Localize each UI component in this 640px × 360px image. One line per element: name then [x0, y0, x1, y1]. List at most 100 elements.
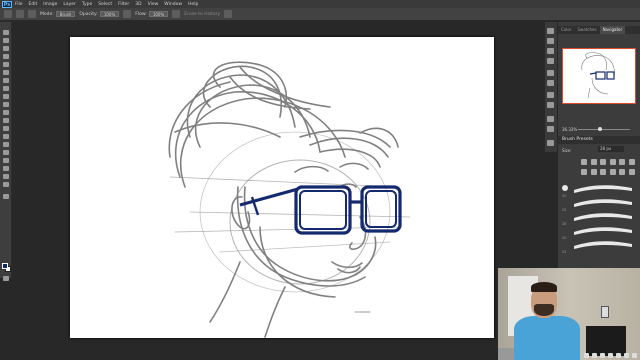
drawing-canvas[interactable] [70, 37, 494, 338]
menu-3d[interactable]: 3D [135, 2, 141, 7]
navigator-zoom-slider[interactable] [578, 129, 630, 130]
pen-tool-icon[interactable] [3, 142, 9, 147]
hand-tool-icon[interactable] [3, 174, 9, 179]
flow-input[interactable]: 100% [148, 11, 169, 17]
navigator-zoom-knob[interactable] [598, 127, 602, 131]
history-brush-tool-icon[interactable] [3, 102, 9, 107]
brush-preset-thumb[interactable] [619, 169, 626, 175]
mode-label: Mode: [40, 11, 54, 17]
brush-preset-list: 30 25 28 20 25 [562, 182, 638, 262]
shape-tool-icon[interactable] [3, 166, 9, 171]
character-icon[interactable] [547, 80, 554, 86]
navigator-zoom-value[interactable]: 36.33% [562, 127, 577, 132]
mode-control: Mode: Brush [40, 11, 76, 17]
brush-preset-thumb[interactable] [628, 159, 635, 165]
brush-preset-picker-icon[interactable] [16, 10, 24, 18]
foreground-color-swatch[interactable] [2, 263, 8, 269]
marquee-tool-icon[interactable] [3, 38, 9, 43]
healing-tool-icon[interactable] [3, 78, 9, 83]
opacity-input[interactable]: 100% [99, 11, 120, 17]
eraser-tool-icon[interactable] [3, 110, 9, 115]
properties-icon[interactable] [547, 38, 554, 44]
delete-layer-icon[interactable] [632, 352, 637, 358]
menu-bar: Ps File Edit Image Layer Type Select Fil… [0, 0, 640, 8]
menu-select[interactable]: Select [98, 2, 112, 7]
brush-preset-thumb[interactable] [600, 159, 607, 165]
brush-preset-thumb[interactable] [590, 169, 597, 175]
opacity-label: Opacity: [79, 11, 98, 17]
new-layer-icon[interactable] [624, 352, 629, 358]
brush-preset-thumb[interactable] [628, 169, 635, 175]
pressure-opacity-icon[interactable] [123, 10, 132, 18]
pressure-size-icon[interactable] [224, 10, 233, 18]
zoom-tool-icon[interactable] [3, 182, 9, 187]
menu-image[interactable]: Image [43, 2, 57, 7]
actions-icon[interactable] [547, 58, 554, 64]
collapsed-panels-dock [545, 22, 557, 152]
menu-window[interactable]: Window [164, 2, 182, 7]
quick-mask-icon[interactable] [3, 276, 9, 281]
tab-navigator[interactable]: Navigator [599, 26, 626, 34]
mode-select[interactable]: Brush [55, 11, 76, 17]
presenter-hair [531, 282, 557, 292]
info-icon[interactable] [547, 48, 554, 54]
quick-select-tool-icon[interactable] [3, 54, 9, 59]
libraries-icon[interactable] [547, 140, 554, 146]
brush-preset-thumb[interactable] [619, 159, 626, 165]
path-select-tool-icon[interactable] [3, 158, 9, 163]
clone-stamp-tool-icon[interactable] [3, 94, 9, 99]
lasso-tool-icon[interactable] [3, 46, 9, 51]
tab-swatches[interactable]: Swatches [574, 26, 599, 34]
brush-presets-title: Brush Presets [558, 136, 640, 144]
brush-size-input[interactable]: 28 px [598, 146, 624, 152]
menu-view[interactable]: View [148, 2, 159, 7]
brush-preset-thumb[interactable] [581, 159, 587, 165]
menu-help[interactable]: Help [188, 2, 198, 7]
webcam-overlay [498, 268, 640, 360]
tab-color[interactable]: Color [558, 26, 574, 34]
add-mask-icon[interactable] [600, 352, 605, 358]
menu-type[interactable]: Type [82, 2, 92, 7]
adjustment-layer-icon[interactable] [608, 352, 613, 358]
layers-footer-icons [498, 350, 640, 360]
gradient-tool-icon[interactable] [3, 118, 9, 123]
erase-to-history-checkbox[interactable]: Erase to History [184, 12, 220, 17]
brush-size-number: 20 [562, 236, 567, 240]
blur-tool-icon[interactable] [3, 126, 9, 131]
brush-size-number: 30 [562, 194, 567, 198]
menu-layer[interactable]: Layer [63, 2, 76, 7]
move-tool-icon[interactable] [3, 30, 9, 35]
airbrush-icon[interactable] [172, 10, 181, 18]
menu-filter[interactable]: Filter [118, 2, 129, 7]
dodge-tool-icon[interactable] [3, 134, 9, 139]
brush-stroke-preview [574, 185, 632, 193]
brush-preset-thumb[interactable] [609, 159, 616, 165]
link-layers-icon[interactable] [584, 352, 589, 358]
menu-file[interactable]: File [15, 2, 23, 7]
more-tools-icon[interactable] [3, 194, 9, 199]
styles-icon[interactable] [547, 126, 554, 132]
webcam-picture-frame [601, 306, 609, 318]
brush-preset-thumb[interactable] [609, 169, 616, 175]
brush-tool-icon[interactable] [3, 86, 9, 91]
brush-preset-thumb[interactable] [600, 169, 607, 175]
navigator-view-box[interactable] [562, 48, 636, 104]
paragraph-icon[interactable] [547, 70, 554, 76]
crop-tool-icon[interactable] [3, 62, 9, 67]
adjustments-icon[interactable] [547, 116, 554, 122]
menu-edit[interactable]: Edit [29, 2, 38, 7]
new-group-icon[interactable] [616, 352, 621, 358]
eyedropper-tool-icon[interactable] [3, 70, 9, 75]
clone-source-icon[interactable] [547, 102, 554, 108]
brush-size-number: 25 [562, 250, 567, 254]
brush-preset-thumb[interactable] [581, 169, 587, 175]
layer-style-icon[interactable] [592, 352, 597, 358]
brush-preset-thumb[interactable] [590, 159, 597, 165]
brush-stroke-preview [574, 227, 632, 235]
type-tool-icon[interactable] [3, 150, 9, 155]
brush-stroke-preview [574, 241, 632, 249]
brush-panel-icon[interactable] [547, 92, 554, 98]
brush-panel-toggle-icon[interactable] [28, 10, 36, 18]
eraser-tool-icon[interactable] [4, 10, 12, 18]
history-icon[interactable] [547, 28, 554, 34]
